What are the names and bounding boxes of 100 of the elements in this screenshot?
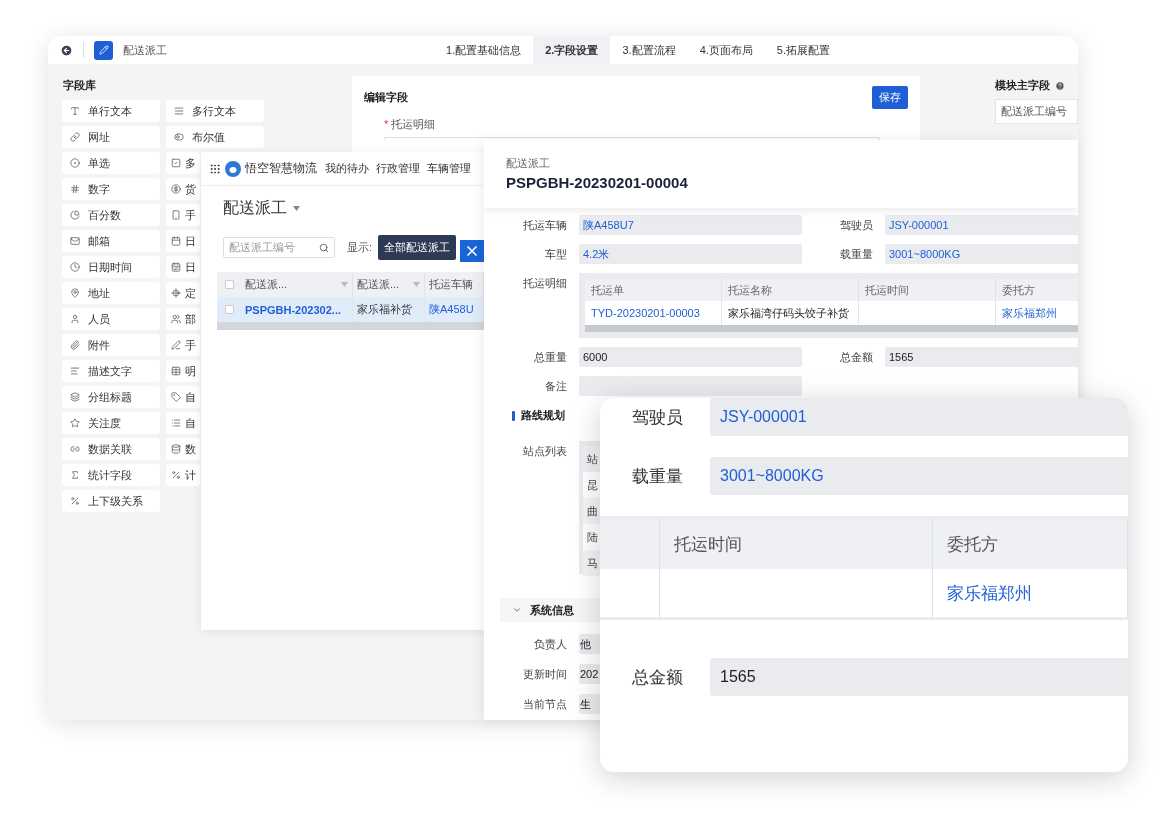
field-type-item[interactable]: 日期时间 <box>62 256 160 278</box>
field-type-item[interactable]: 手 <box>166 334 200 356</box>
field-label: 驾驶员 <box>631 406 684 429</box>
field-type-item[interactable]: 数 <box>166 438 200 460</box>
filter-tab[interactable]: 全部配送派工 <box>378 235 457 260</box>
field-type-item[interactable]: 部 <box>166 308 200 330</box>
help-icon[interactable] <box>1055 80 1065 91</box>
checkbox[interactable] <box>225 305 234 314</box>
field-label: 更新时间 <box>522 667 567 682</box>
column-header: 委托方 <box>933 519 1128 569</box>
app-name: 悟空智慧物流 <box>245 160 317 177</box>
field-type-item[interactable]: 日 <box>166 256 200 278</box>
caret-icon[interactable] <box>293 206 300 211</box>
field-type-item[interactable]: 数据关联 <box>62 438 160 460</box>
checkbox[interactable] <box>225 280 234 289</box>
table-cell: PSPGBH-202302... <box>241 297 353 322</box>
table-cell: 昆 <box>583 472 600 498</box>
field-label: 备注 <box>544 379 567 394</box>
field-type-item[interactable]: 邮箱 <box>62 230 160 252</box>
card-title: 编辑字段 <box>364 90 408 105</box>
field-type-item[interactable]: 自 <box>166 386 200 408</box>
field-type-item[interactable]: 多 <box>166 152 200 174</box>
field-type-item[interactable]: 多行文本 <box>166 100 264 122</box>
field-value: 1565 <box>885 347 1078 367</box>
step-tab[interactable]: 4.页面布局 <box>687 36 765 64</box>
table-row[interactable]: PSPGBH-202302... 家乐福补货 陕A458U <box>217 297 484 322</box>
step-tab[interactable]: 2.字段设置 <box>533 36 611 64</box>
field-label: 站点列表 <box>522 444 567 459</box>
text-lines-icon <box>174 106 184 116</box>
radio-icon <box>70 158 80 168</box>
app-icon <box>94 40 113 60</box>
app-grid-icon[interactable] <box>209 162 221 175</box>
section-header[interactable]: 系统信息 <box>500 598 600 622</box>
field-label: 总金额 <box>839 350 873 365</box>
star-icon <box>70 418 80 428</box>
field-value: 生 <box>579 694 600 714</box>
field-type-item[interactable]: 计 <box>166 464 200 486</box>
nav-link[interactable]: 行政管理 <box>376 161 420 176</box>
step-tab[interactable]: 5.拓展配置 <box>764 36 842 64</box>
field-type-item[interactable]: 明 <box>166 360 200 382</box>
back-icon[interactable] <box>60 43 73 57</box>
field-label: 载重量 <box>839 247 873 262</box>
tag-icon <box>171 392 181 402</box>
field-type-item[interactable]: 附件 <box>62 334 160 356</box>
field-type-item[interactable]: 网址 <box>62 126 160 148</box>
nav-link[interactable]: 我的待办 <box>325 161 369 176</box>
field-type-item[interactable]: 描述文字 <box>62 360 160 382</box>
field-type-item[interactable]: 人员 <box>62 308 160 330</box>
save-button[interactable]: 保存 <box>872 86 908 109</box>
field-type-item[interactable]: 统计字段 <box>62 464 160 486</box>
clock-icon <box>70 262 80 272</box>
step-tab[interactable]: 1.配置基础信息 <box>434 36 534 64</box>
text-lines-icon <box>70 366 80 376</box>
field-type-item[interactable]: 分组标题 <box>62 386 160 408</box>
select-field[interactable]: 配送派工编号 <box>995 99 1078 124</box>
field-label: 托运车辆 <box>522 218 567 233</box>
field-type-item[interactable]: 上下级关系 <box>62 490 160 512</box>
field-type-item[interactable]: 地址 <box>62 282 160 304</box>
chain-icon <box>70 444 80 454</box>
chevron-icon[interactable] <box>512 605 522 615</box>
field-type-item[interactable]: 单行文本 <box>62 100 160 122</box>
users-icon <box>171 314 181 324</box>
section-title: 字段库 <box>63 78 97 93</box>
table-icon <box>171 366 181 376</box>
field-label: 载重量 <box>631 465 684 488</box>
layers-icon <box>70 392 80 402</box>
field-value: 陕A458U7 <box>579 215 802 235</box>
field-label: 负责人 <box>533 637 567 652</box>
field-value: 6000 <box>579 347 802 367</box>
column-header: 托运时间 <box>660 519 933 569</box>
calendar-icon <box>171 236 181 246</box>
field-value: 202 <box>579 664 600 684</box>
field-type-item[interactable]: 手 <box>166 204 200 226</box>
percent-icon <box>70 496 80 506</box>
pie-chart-icon <box>70 210 80 220</box>
field-label: 总金额 <box>631 666 684 689</box>
field-type-item[interactable]: 自 <box>166 412 200 434</box>
phone-icon <box>171 210 181 220</box>
step-tab[interactable]: 3.配置流程 <box>610 36 688 64</box>
type-icon <box>70 106 80 116</box>
field-type-item[interactable]: 布尔值 <box>166 126 264 148</box>
field-value: 3001~8000KG <box>710 457 1128 495</box>
field-type-item[interactable]: 日 <box>166 230 200 252</box>
field-label: 车型 <box>544 247 567 262</box>
field-value: 4.2米 <box>579 244 802 264</box>
toggle-icon <box>174 132 184 142</box>
sigma-icon <box>70 470 80 480</box>
search-icon[interactable] <box>319 242 329 253</box>
field-label: * 托运明细 <box>384 117 437 132</box>
field-type-item[interactable]: 百分数 <box>62 204 160 226</box>
field-value: JSY-000001 <box>710 398 1128 436</box>
field-type-item[interactable]: 数字 <box>62 178 160 200</box>
nav-link[interactable]: 车辆管理 <box>427 161 471 176</box>
table-cell: 陆 <box>583 524 600 550</box>
percent-icon <box>171 470 181 480</box>
field-type-item[interactable]: 单选 <box>62 152 160 174</box>
field-type-item[interactable]: 货 <box>166 178 200 200</box>
field-type-item[interactable]: 定 <box>166 282 200 304</box>
filter-label: 显示: <box>347 240 373 255</box>
field-type-item[interactable]: 关注度 <box>62 412 160 434</box>
